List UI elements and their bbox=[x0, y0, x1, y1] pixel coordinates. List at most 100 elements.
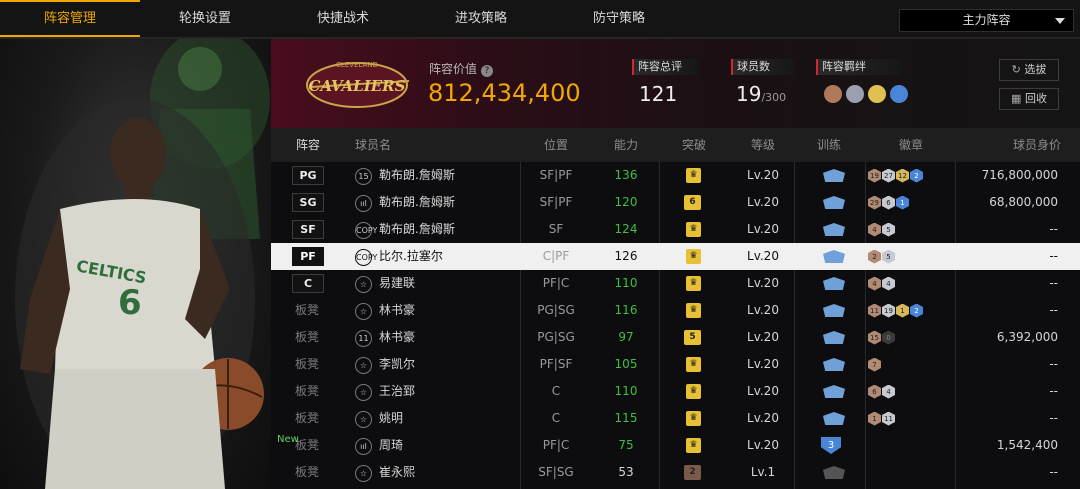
badge-icon: 11 bbox=[882, 411, 895, 426]
player-name[interactable]: 比尔.拉塞尔 bbox=[379, 243, 443, 270]
training-icon[interactable] bbox=[823, 466, 845, 479]
player-name[interactable]: 易建联 bbox=[379, 270, 415, 297]
refresh-icon: ↻ bbox=[1011, 63, 1021, 76]
lineup-slot: SG bbox=[292, 193, 324, 212]
table-row[interactable]: SG ııl 勒布朗.詹姆斯 SF|PF 120 6 Lv.20 29 6 1 68,800,000 bbox=[271, 189, 1080, 216]
new-tag: New bbox=[277, 434, 299, 445]
badge-icon: 7 bbox=[868, 357, 881, 372]
training-icon[interactable] bbox=[823, 223, 845, 236]
player-ability: 136 bbox=[614, 168, 638, 182]
rank-icon: 15 bbox=[355, 168, 372, 185]
badge-icon: 4 bbox=[882, 384, 895, 399]
player-name[interactable]: 周琦 bbox=[379, 432, 403, 459]
header-position: 位置 bbox=[543, 138, 568, 152]
header-breakthrough: 突破 bbox=[681, 138, 706, 152]
training-icon[interactable] bbox=[823, 331, 845, 344]
player-name[interactable]: 勒布朗.詹姆斯 bbox=[379, 189, 455, 216]
table-row[interactable]: 板凳 ☆ 崔永熙 SF|SG 53 2 Lv.1 -- bbox=[271, 459, 1080, 486]
training-icon[interactable] bbox=[823, 169, 845, 182]
training-level[interactable]: 3 bbox=[821, 437, 841, 454]
table-row[interactable]: 板凳 11 林书豪 PG|SG 97 5 Lv.20 15 0 6,392,000 bbox=[271, 324, 1080, 351]
table-row[interactable]: PG 15 勒布朗.詹姆斯 SF|PF 136 ♛ Lv.20 19 27 12 2 716,800,… bbox=[271, 162, 1080, 189]
training-icon[interactable] bbox=[823, 196, 845, 209]
bond-icons[interactable] bbox=[824, 85, 924, 105]
bond-silver-icon[interactable] bbox=[846, 85, 864, 103]
top-tab-bar: 阵容管理 轮换设置 快捷战术 进攻策略 防守策略 主力阵容 bbox=[0, 0, 1080, 39]
bench-slot: 板凳 bbox=[294, 330, 319, 344]
training-icon[interactable] bbox=[823, 277, 845, 290]
badge-icon: 4 bbox=[882, 276, 895, 291]
player-value: -- bbox=[1049, 357, 1058, 371]
player-position: SF|PF bbox=[539, 195, 573, 209]
player-name[interactable]: 勒布朗.詹姆斯 bbox=[379, 162, 455, 189]
tab-rotation-settings[interactable]: 轮换设置 bbox=[135, 0, 275, 37]
badge-icon: 4 bbox=[868, 276, 881, 291]
table-row[interactable]: C ☆ 易建联 PF|C 110 ♛ Lv.20 4 4 -- bbox=[271, 270, 1080, 297]
lineup-dropdown[interactable]: 主力阵容 bbox=[899, 9, 1074, 32]
rank-icon: ııl bbox=[355, 438, 372, 455]
player-position: C|PF bbox=[542, 249, 570, 263]
table-row[interactable]: 板凳 New ııl 周琦 PF|C 75 ♛ Lv.20 3 1,542,400 bbox=[271, 432, 1080, 459]
badge-list: 11 19 1 2 bbox=[868, 297, 924, 324]
bench-slot: 板凳 bbox=[294, 303, 319, 317]
table-row[interactable]: 板凳 ☆ 王治郅 C 110 ♛ Lv.20 6 4 -- bbox=[271, 378, 1080, 405]
badge-icon: 19 bbox=[882, 303, 895, 318]
breakthrough-crown-icon: ♛ bbox=[686, 303, 701, 318]
player-position: SF|PF bbox=[539, 168, 573, 182]
table-row[interactable]: 板凳 ☆ 林书豪 PG|SG 116 ♛ Lv.20 11 19 1 2 -- bbox=[271, 297, 1080, 324]
header-level: 等级 bbox=[750, 138, 775, 152]
table-row[interactable]: SF COPY 勒布朗.詹姆斯 SF 124 ♛ Lv.20 4 5 -- bbox=[271, 216, 1080, 243]
tab-quick-tactics[interactable]: 快捷战术 bbox=[273, 0, 413, 37]
recycle-icon: ▦ bbox=[1011, 92, 1022, 105]
player-name[interactable]: 王治郅 bbox=[379, 378, 415, 405]
select-button[interactable]: ↻ 选拔 bbox=[999, 59, 1059, 81]
player-name[interactable]: 林书豪 bbox=[379, 297, 415, 324]
player-level: Lv.20 bbox=[747, 411, 779, 425]
table-row[interactable]: 板凳 ☆ 姚明 C 115 ♛ Lv.20 1 11 -- bbox=[271, 405, 1080, 432]
players-count: 19/300 bbox=[736, 82, 786, 106]
player-position: SF bbox=[548, 222, 564, 236]
player-name[interactable]: 崔永熙 bbox=[379, 459, 415, 486]
player-ability: 105 bbox=[614, 357, 638, 371]
breakthrough-crown-icon: ♛ bbox=[686, 249, 701, 264]
table-row[interactable]: 板凳 ☆ 李凯尔 PF|SF 105 ♛ Lv.20 7 -- bbox=[271, 351, 1080, 378]
recycle-button[interactable]: ▦ 回收 bbox=[999, 88, 1059, 110]
player-name[interactable]: 李凯尔 bbox=[379, 351, 415, 378]
tab-offense-strategy[interactable]: 进攻策略 bbox=[411, 0, 551, 37]
breakthrough-badge: 5 bbox=[684, 330, 701, 345]
badge-icon: 29 bbox=[868, 195, 881, 210]
player-value: -- bbox=[1049, 411, 1058, 425]
training-icon[interactable] bbox=[823, 250, 845, 263]
player-value: -- bbox=[1049, 303, 1058, 317]
badge-icon: 6 bbox=[868, 384, 881, 399]
tab-lineup-management[interactable]: 阵容管理 bbox=[0, 0, 140, 37]
breakthrough-crown-icon: ♛ bbox=[686, 357, 701, 372]
player-value: -- bbox=[1049, 222, 1058, 236]
header-ability: 能力 bbox=[613, 138, 638, 152]
training-icon[interactable] bbox=[823, 412, 845, 425]
rating-value: 121 bbox=[639, 82, 678, 106]
badge-icon: 4 bbox=[868, 222, 881, 237]
bonds-label: 阵容羁绊 bbox=[816, 59, 902, 75]
player-name[interactable]: 林书豪 bbox=[379, 324, 415, 351]
player-name[interactable]: 姚明 bbox=[379, 405, 403, 432]
bond-gold-icon[interactable] bbox=[868, 85, 886, 103]
training-icon[interactable] bbox=[823, 358, 845, 371]
badge-icon: 6 bbox=[882, 195, 895, 210]
bond-bronze-icon[interactable] bbox=[824, 85, 842, 103]
badge-list: 25 bbox=[868, 243, 896, 270]
training-icon[interactable] bbox=[823, 304, 845, 317]
training-icon[interactable] bbox=[823, 385, 845, 398]
bench-slot: 板凳 bbox=[294, 465, 319, 479]
tab-defense-strategy[interactable]: 防守策略 bbox=[549, 0, 689, 37]
player-name[interactable]: 勒布朗.詹姆斯 bbox=[379, 216, 455, 243]
table-row[interactable]: PF COPY 比尔.拉塞尔 C|PF 126 ♛ Lv.20 2 5 -- bbox=[271, 243, 1080, 270]
bond-blue-icon[interactable] bbox=[890, 85, 908, 103]
rating-label: 阵容总评 bbox=[632, 59, 700, 75]
help-icon[interactable]: ? bbox=[480, 65, 493, 77]
player-ability: 120 bbox=[614, 195, 638, 209]
player-ability: 110 bbox=[614, 276, 638, 290]
breakthrough-crown-icon: ♛ bbox=[686, 411, 701, 426]
badge-icon: 0 bbox=[882, 330, 895, 345]
badge-icon: 5 bbox=[882, 249, 895, 264]
